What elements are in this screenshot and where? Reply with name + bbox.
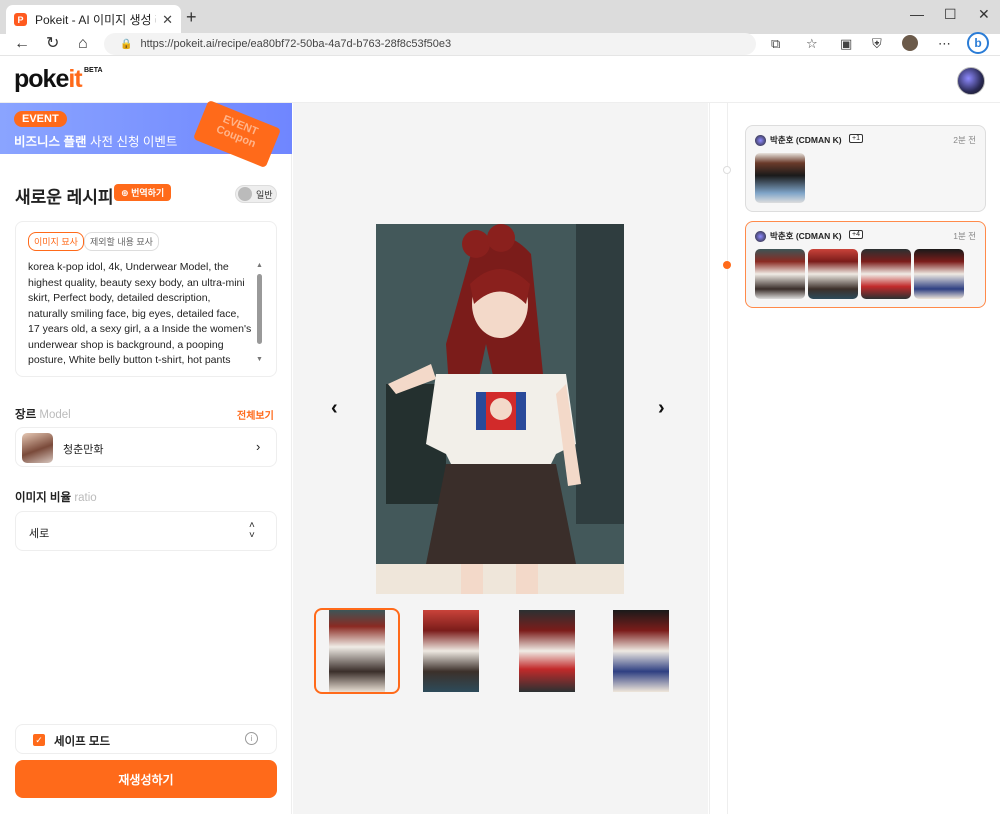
user-avatar [755, 135, 766, 146]
model-selector[interactable]: 청춘만화 › [15, 427, 277, 467]
recipe-title: 새로운 레시피 [15, 188, 114, 207]
safe-mode-label: 세이프 모드 [54, 736, 111, 748]
history-thumbnail[interactable] [861, 249, 911, 299]
beta-label: BETA [84, 67, 103, 74]
url-text: https://pokeit.ai/recipe/ea80bf72-50ba-4… [140, 38, 452, 50]
prompt-scrollbar[interactable]: ▲ ▼ [256, 262, 263, 364]
thumbnail-image [329, 610, 385, 692]
history-thumbnail[interactable] [755, 249, 805, 299]
image-count-badge: +1 [849, 134, 863, 143]
timeline-line [727, 103, 728, 814]
address-bar-row: ← ↻ ⌂ 🔒 https://pokeit.ai/recipe/ea80bf7… [0, 32, 1000, 56]
prompt-box: 이미지 묘사 제외할 내용 묘사 korea k-pop idol, 4k, U… [15, 221, 277, 377]
thumbnail-image [613, 610, 669, 692]
scroll-down-icon[interactable]: ▼ [256, 356, 263, 363]
scroll-thumb[interactable] [257, 274, 262, 344]
thumbnail-image [519, 610, 575, 692]
generated-image-main [376, 224, 624, 594]
history-card-1[interactable]: 박춘호 (CDMAN K) +1 2분 전 [745, 125, 986, 212]
favorites-icon[interactable]: ☆ [806, 36, 818, 52]
safe-mode-checkbox[interactable]: ✓ [33, 734, 45, 746]
genre-label: 장르 Model [15, 409, 71, 421]
browser-tab-bar: P Pokeit - AI 이미지 생성 레시피 공 ✕ + — ☐ ✕ [0, 0, 1000, 34]
browser-tab[interactable]: P Pokeit - AI 이미지 생성 레시피 공 ✕ [6, 5, 181, 34]
extensions-icon[interactable]: ⧉ [771, 36, 780, 52]
history-time: 1분 전 [953, 231, 976, 241]
info-icon[interactable]: i [245, 732, 258, 745]
pokeit-logo[interactable]: pokeit [14, 65, 83, 94]
image-viewer: ‹ › [293, 103, 708, 814]
logo-text-main: poke [14, 65, 69, 93]
scroll-up-icon[interactable]: ▲ [256, 262, 263, 269]
collections-icon[interactable]: ▣ [840, 36, 852, 52]
pokeit-favicon-icon: P [14, 13, 27, 26]
model-thumbnail [22, 433, 53, 463]
coupon-graphic: EVENT Coupon [192, 99, 282, 169]
history-panel: 박춘호 (CDMAN K) +1 2분 전 박춘호 (CDMAN K) +4 1… [709, 103, 1000, 814]
app-header: pokeit BETA [0, 57, 1000, 103]
globe-icon: ⊕ [121, 188, 129, 198]
tab-title: Pokeit - AI 이미지 생성 레시피 공 [35, 13, 156, 27]
bing-icon[interactable]: b [967, 32, 989, 54]
safe-mode-row: ✓ 세이프 모드 i [15, 724, 277, 754]
prev-arrow-icon[interactable]: ‹ [331, 397, 338, 420]
close-tab-icon[interactable]: ✕ [162, 12, 173, 28]
maximize-icon[interactable]: ☐ [944, 6, 957, 23]
view-all-link[interactable]: 전체보기 [237, 407, 274, 422]
prompt-textarea[interactable]: korea k-pop idol, 4k, Underwear Model, t… [28, 260, 252, 368]
ratio-label: 이미지 비율 ratio [15, 492, 97, 504]
translate-button[interactable]: ⊕ 번역하기 [114, 184, 172, 201]
thumbnail-image [423, 610, 479, 692]
refresh-icon[interactable]: ↻ [46, 34, 59, 54]
image-count-badge: +4 [849, 230, 863, 239]
mode-label: 일반 [256, 190, 273, 200]
chevron-right-icon: › [256, 439, 261, 454]
tab-negative-description[interactable]: 제외할 내용 묘사 [84, 232, 159, 251]
new-tab-icon[interactable]: + [186, 7, 197, 28]
tab-image-description[interactable]: 이미지 묘사 [28, 232, 84, 251]
history-thumbnail[interactable] [914, 249, 964, 299]
close-window-icon[interactable]: ✕ [978, 6, 990, 23]
shield-icon[interactable]: ⛨ [872, 36, 882, 52]
user-avatar[interactable] [957, 67, 985, 95]
ratio-select[interactable]: 세로 ˄ ˅ [15, 511, 277, 551]
minimize-icon[interactable]: — [910, 6, 924, 22]
back-icon[interactable]: ← [14, 34, 30, 54]
event-badge: EVENT [14, 111, 67, 127]
chevron-updown-icon: ˄ ˅ [249, 520, 255, 541]
profile-avatar[interactable] [902, 35, 918, 51]
timeline-dot-active [723, 261, 731, 269]
user-avatar [755, 231, 766, 242]
banner-text: 비즈니스 플랜 사전 신청 이벤트 [14, 135, 178, 149]
ratio-value: 세로 [29, 528, 50, 540]
history-card-2[interactable]: 박춘호 (CDMAN K) +4 1분 전 [745, 221, 986, 308]
home-icon[interactable]: ⌂ [78, 34, 88, 54]
anime-girl-illustration [376, 224, 624, 594]
thumbnail-3[interactable] [504, 608, 590, 694]
event-banner[interactable]: EVENT 비즈니스 플랜 사전 신청 이벤트 EVENT Coupon [0, 99, 292, 169]
thumbnail-2[interactable] [408, 608, 494, 694]
regenerate-button[interactable]: 재생성하기 [15, 760, 277, 798]
next-arrow-icon[interactable]: › [658, 397, 665, 420]
history-time: 2분 전 [953, 135, 976, 145]
more-icon[interactable]: ⋯ [938, 36, 951, 52]
url-field[interactable]: 🔒 https://pokeit.ai/recipe/ea80bf72-50ba… [104, 33, 756, 55]
history-user: 박춘호 (CDMAN K) [770, 231, 842, 241]
lock-icon: 🔒 [120, 38, 133, 50]
logo-text-accent: it [68, 65, 82, 93]
model-name: 청춘만화 [63, 444, 104, 456]
history-thumbnail[interactable] [755, 153, 805, 203]
thumbnail-1[interactable] [314, 608, 400, 694]
history-user: 박춘호 (CDMAN K) [770, 135, 842, 145]
recipe-panel: EVENT 비즈니스 플랜 사전 신청 이벤트 EVENT Coupon 새로운… [0, 99, 292, 814]
toggle-knob [238, 187, 252, 201]
timeline-dot [723, 166, 731, 174]
mode-toggle[interactable]: 일반 [235, 185, 277, 203]
history-thumbnail[interactable] [808, 249, 858, 299]
thumbnail-4[interactable] [598, 608, 684, 694]
